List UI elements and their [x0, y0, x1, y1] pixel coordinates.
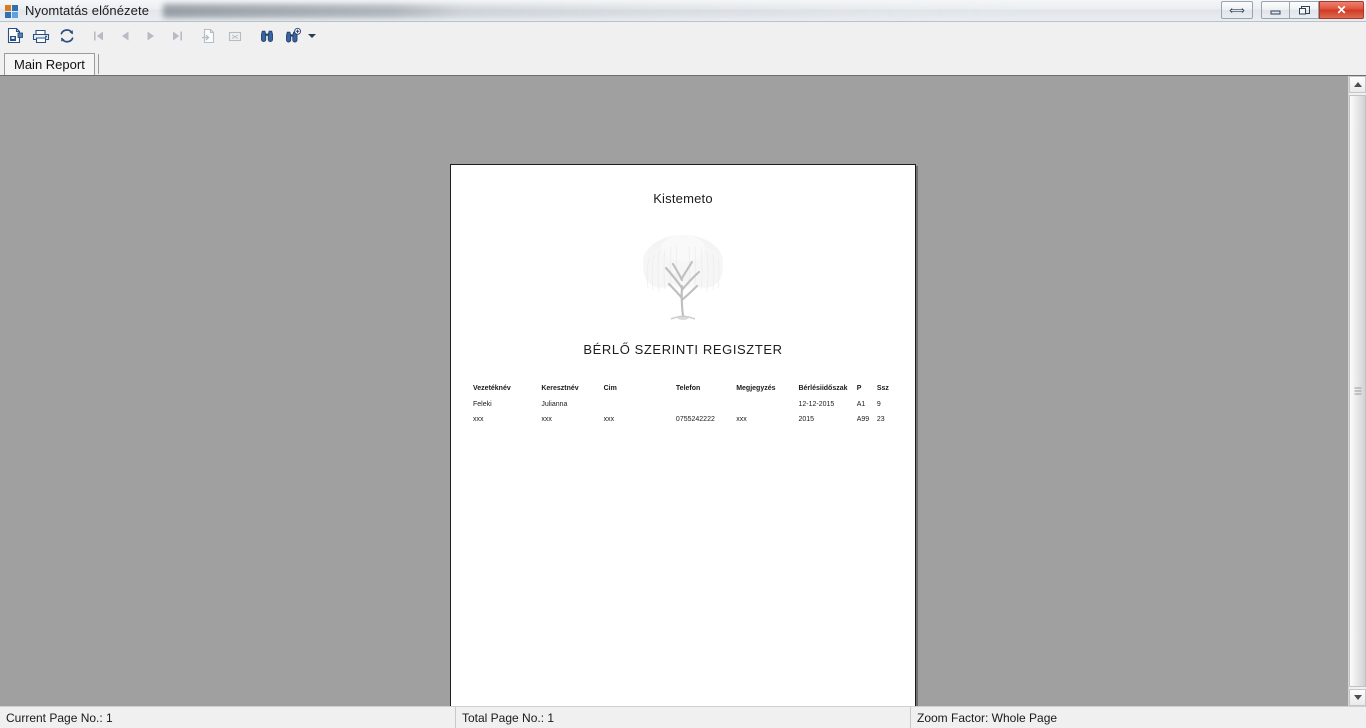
next-page-icon [147, 31, 154, 41]
column-header-cim: Cim [603, 385, 617, 392]
cell-vezeteknev: Feleki [473, 401, 492, 408]
preview-region: Kistemeto BÉRLŐ SZERINTI REGISZTER Vezet… [0, 75, 1366, 706]
tab-strip-filler [97, 54, 1366, 75]
next-page-button[interactable] [138, 24, 164, 48]
cell-keresztnev: xxx [541, 416, 552, 423]
printer-icon [32, 29, 49, 44]
restore-down-button[interactable]: ⟺ [1221, 1, 1253, 19]
print-report-button[interactable] [28, 24, 54, 48]
scroll-up-button[interactable] [1349, 76, 1366, 93]
close-button[interactable]: ✕ [1319, 1, 1364, 19]
first-page-button[interactable] [86, 24, 112, 48]
export-report-icon [7, 27, 23, 44]
report-subtitle: BÉRLŐ SZERINTI REGISZTER [583, 342, 783, 357]
minimize-icon [1270, 10, 1281, 14]
previous-page-button[interactable] [112, 24, 138, 48]
status-zoom-factor: Zoom Factor: Whole Page [910, 707, 1366, 728]
maximize-button[interactable] [1290, 1, 1319, 19]
go-to-page-button[interactable] [196, 24, 222, 48]
find-text-button[interactable] [254, 24, 280, 48]
cell-telefon: 0755242222 [675, 416, 715, 423]
status-total-pages: Total Page No.: 1 [455, 707, 910, 728]
zoom-search-button[interactable] [280, 24, 306, 48]
preview-canvas[interactable]: Kistemeto BÉRLŐ SZERINTI REGISZTER Vezet… [0, 76, 1348, 706]
table-row: Feleki Julianna 12-12-2015 A1 9 [473, 401, 897, 416]
refresh-report-button[interactable] [54, 24, 80, 48]
report-table: Vezetéknév Keresztnév Cim Telefon Megjeg… [473, 385, 897, 431]
vertical-scrollbar[interactable] [1348, 76, 1366, 706]
cell-megjegyzes [736, 401, 798, 416]
last-page-icon [173, 31, 182, 41]
app-icon [4, 3, 20, 19]
title-bar: Nyomtatás előnézete ⟺ ✕ [0, 0, 1366, 22]
zoom-binoculars-icon [286, 27, 302, 43]
last-page-button[interactable] [164, 24, 190, 48]
cell-cim: xxx [603, 416, 615, 423]
cell-berlesiidoszak: 12-12-2015 [798, 401, 835, 408]
status-bar: Current Page No.: 1 Total Page No.: 1 Zo… [0, 706, 1366, 728]
column-header-keresztnev: Keresztnév [541, 385, 579, 392]
report-logo-wrap [451, 228, 915, 324]
column-header-berlesiidoszak: Bérlésiidőszak [798, 385, 848, 392]
tab-label: Main Report [14, 57, 85, 72]
window-controls: ⟺ ✕ [1221, 1, 1364, 19]
zoom-dropdown-arrow[interactable] [306, 24, 317, 48]
binoculars-icon [261, 30, 273, 43]
report-table-wrap: Vezetéknév Keresztnév Cim Telefon Megjeg… [451, 385, 915, 431]
cell-ssz: 9 [876, 401, 881, 408]
cell-megjegyzes: xxx [736, 416, 747, 423]
window-title: Nyomtatás előnézete [25, 3, 150, 18]
tab-main-report[interactable]: Main Report [4, 53, 95, 75]
minimize-button[interactable] [1261, 1, 1290, 19]
willow-tree-icon [643, 235, 723, 320]
column-header-p: P [856, 385, 862, 392]
maximize-icon [1298, 5, 1310, 14]
report-page: Kistemeto BÉRLŐ SZERINTI REGISZTER Vezet… [450, 164, 916, 706]
cell-berlesiidoszak: 2015 [798, 416, 815, 423]
column-header-vezeteknev: Vezetéknév [473, 385, 511, 392]
cell-telefon [676, 401, 736, 416]
previous-page-icon [122, 31, 129, 41]
first-page-icon [94, 31, 103, 41]
column-header-telefon: Telefon [675, 385, 701, 392]
cell-p: A99 [856, 416, 870, 423]
cell-vezeteknev: xxx [473, 416, 484, 423]
report-title: Kistemeto [653, 191, 713, 206]
print-preview-window: Nyomtatás előnézete ⟺ ✕ Main Report Kist… [0, 0, 1366, 728]
column-header-ssz: Ssz [876, 385, 889, 392]
cell-keresztnev: Julianna [541, 401, 568, 408]
cell-p: A1 [856, 401, 866, 408]
redacted-file-path [163, 3, 1246, 18]
cell-ssz: 23 [876, 416, 885, 423]
tab-strip: Main Report [0, 51, 1366, 75]
table-header-row: Vezetéknév Keresztnév Cim Telefon Megjeg… [473, 385, 897, 401]
go-to-page-icon [202, 28, 215, 44]
close-view-icon [228, 31, 242, 42]
table-row: xxx xxx xxx 0755242222 xxx 2015 A99 23 [473, 416, 897, 431]
export-report-button[interactable] [2, 24, 28, 48]
close-current-view-button[interactable] [222, 24, 248, 48]
status-current-page: Current Page No.: 1 [6, 710, 113, 725]
scroll-down-button[interactable] [1349, 689, 1366, 706]
toolbar [0, 22, 1366, 51]
column-header-megjegyzes: Megjegyzés [736, 385, 776, 392]
cell-cim [604, 401, 676, 416]
scrollbar-thumb[interactable] [1349, 95, 1366, 687]
scrollbar-track[interactable] [1349, 93, 1366, 689]
refresh-icon [60, 29, 74, 43]
scrollbar-grip-icon [1354, 387, 1361, 395]
